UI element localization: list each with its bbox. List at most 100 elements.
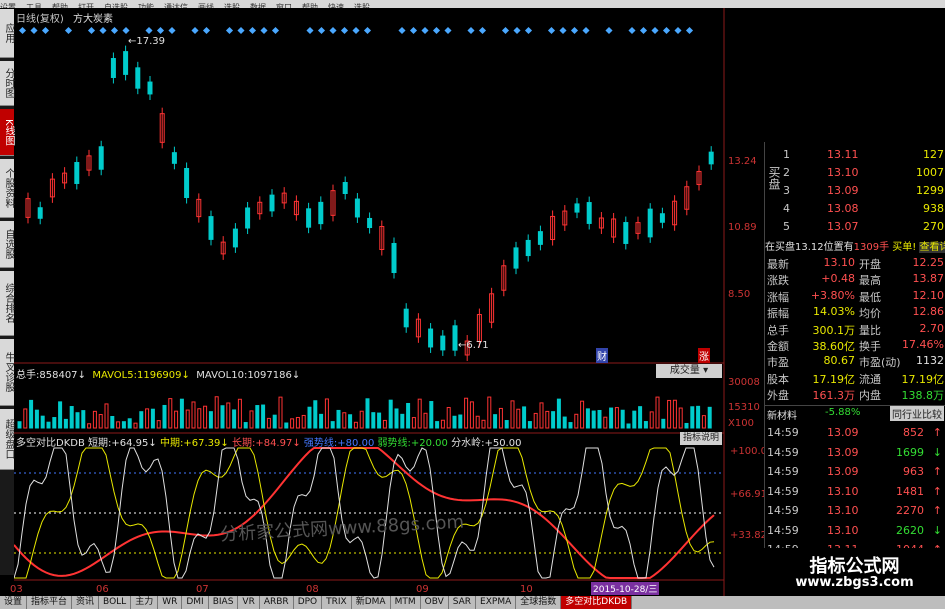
x-axis-label: 10 — [520, 584, 533, 595]
left-tab[interactable]: 个股资料 — [0, 159, 14, 218]
indicator-help-button[interactable]: 指标说明 — [680, 432, 722, 445]
candle-body — [428, 328, 434, 348]
candle-body — [110, 58, 116, 78]
candle-body — [586, 202, 592, 224]
indicator-tab[interactable]: 新DMA — [352, 596, 391, 609]
order-book-price: 13.09 — [827, 184, 859, 197]
volume-bar — [58, 401, 63, 429]
candle-body — [147, 81, 153, 95]
signal-diamond-icon — [352, 26, 360, 35]
tick-volume: 2270 — [896, 504, 924, 517]
indicator-tab[interactable]: 设置 — [0, 596, 28, 609]
left-tab[interactable]: 综合排名 — [0, 271, 14, 336]
indicator-tab[interactable]: EXPMA — [476, 596, 517, 609]
indicator-tab[interactable]: MTM — [391, 596, 421, 609]
left-tab[interactable]: 应用 — [0, 9, 14, 58]
candle-body — [403, 308, 409, 328]
volume-header: 总手:858407↓ MAVOL5:1196909↓ MAVOL10:10971… — [16, 366, 300, 381]
volume-bar — [255, 405, 260, 429]
signal-diamond-icon — [317, 26, 326, 35]
tick-price: 13.09 — [827, 465, 859, 478]
candle-body — [208, 216, 214, 240]
x-axis-label: 07 — [196, 584, 209, 595]
tick-volume: 852 — [903, 426, 924, 439]
signal-diamond-icon — [271, 26, 280, 35]
volume-bar — [504, 420, 509, 429]
volume-select-label: 成交量 — [669, 365, 700, 376]
indicator-header: 多空对比DKDB 短期:+64.95↓ 中期:+67.39↓ 长期:+84.97… — [16, 434, 521, 449]
volume-bar — [284, 422, 289, 429]
volume-bar — [353, 421, 358, 429]
volume-bar — [261, 404, 266, 429]
left-tab[interactable]: 超级盘口 — [0, 409, 14, 470]
period-label: 日线(复权) — [16, 14, 64, 25]
stat-label: 振幅 — [767, 307, 789, 321]
volume-bar — [481, 419, 486, 429]
signal-diamond-icon — [260, 26, 268, 35]
order-queue-bar: 在买盘13.12位置有1309手 买单! 查看详细 — [765, 238, 945, 253]
x-axis-label: 09 — [416, 584, 429, 595]
indicator-tab[interactable]: ARBR — [260, 596, 294, 609]
signal-diamond-icon — [145, 26, 153, 35]
stat-value: 38.60亿 — [812, 340, 856, 353]
signal-diamond-icon — [363, 26, 372, 35]
volume-bar — [377, 412, 382, 429]
volume-bar — [620, 409, 625, 429]
indicator-tab[interactable]: BOLL — [99, 596, 132, 609]
low-price-value: 6.71 — [466, 340, 489, 351]
stat-label: 最低 — [859, 290, 881, 304]
stat-label: 外盘 — [767, 389, 789, 403]
x-axis-label: 03 — [10, 584, 23, 595]
limit-up-event-icon[interactable]: 涨 — [698, 348, 710, 363]
indicator-tab[interactable]: VR — [238, 596, 260, 609]
volume-bar — [150, 408, 155, 429]
queue-buy-button[interactable]: 买单! — [892, 242, 916, 253]
indicator-tab[interactable]: 全球指数 — [516, 596, 562, 609]
site-watermark-url: www.zbgs3.com — [795, 575, 914, 590]
indicator-tab[interactable]: BIAS — [209, 596, 239, 609]
finance-event-icon[interactable]: 财 — [596, 348, 608, 363]
volume-bar — [92, 410, 97, 429]
signal-diamond-icon — [639, 26, 648, 35]
indicator-tab[interactable]: DPO — [294, 596, 323, 609]
signal-diamond-icon — [409, 26, 418, 35]
left-tab[interactable]: 分时图 — [0, 61, 14, 106]
down-arrow-icon: ↓ — [77, 370, 86, 381]
low-price-mark: ←6.71 — [458, 340, 489, 351]
sector-compare-button[interactable]: 同行业比较 — [890, 406, 944, 421]
mavol5-label: MAVOL5: — [92, 370, 137, 381]
candle-body — [367, 217, 373, 229]
indicator-tab[interactable]: OBV — [421, 596, 449, 609]
indicator-tab[interactable]: 主力 — [131, 596, 159, 609]
volume-bar — [249, 410, 254, 429]
watershed-label: 分水岭: — [451, 438, 485, 449]
queue-detail-button[interactable]: 查看详细 — [919, 242, 945, 253]
volume-bar — [707, 406, 712, 429]
indicator-tab[interactable]: 资讯 — [72, 596, 100, 609]
order-book-volume: 127 — [923, 148, 944, 161]
x-axis-label: 08 — [306, 584, 319, 595]
signal-diamond-icon — [570, 26, 579, 35]
indicator-tab[interactable]: SAR — [449, 596, 477, 609]
indicator-tab[interactable]: TRIX — [322, 596, 352, 609]
volume-bar — [110, 415, 115, 429]
left-tab[interactable]: K线图 — [0, 109, 14, 156]
indicator-tab[interactable]: WR — [158, 596, 183, 609]
chart-canvas[interactable] — [14, 8, 764, 596]
volume-indicator-select[interactable]: 成交量 ▾ — [656, 364, 722, 378]
mavol5-value: 1196909 — [136, 370, 182, 381]
volume-bar — [191, 401, 196, 429]
volume-bar — [649, 411, 654, 429]
volume-bar — [34, 409, 39, 429]
indicator-tab[interactable]: DMI — [182, 596, 209, 609]
left-tab[interactable]: 牛叉诊股 — [0, 339, 14, 406]
sector-name[interactable]: 新材料 — [767, 407, 797, 422]
left-tab[interactable]: 自选股 — [0, 221, 14, 268]
menu-bar[interactable]: 设置 工具 帮助 打开 自选股 功能 通达信 画线 选股 数据 窗口 帮助 快速 选股 — [0, 0, 945, 8]
volume-bar — [301, 414, 306, 429]
indicator-tab[interactable]: 指标平台 — [27, 596, 73, 609]
volume-bar — [29, 399, 34, 429]
volume-bar — [295, 416, 300, 429]
indicator-tab[interactable]: 多空对比DKDB — [561, 596, 633, 609]
volume-bar — [522, 406, 527, 429]
